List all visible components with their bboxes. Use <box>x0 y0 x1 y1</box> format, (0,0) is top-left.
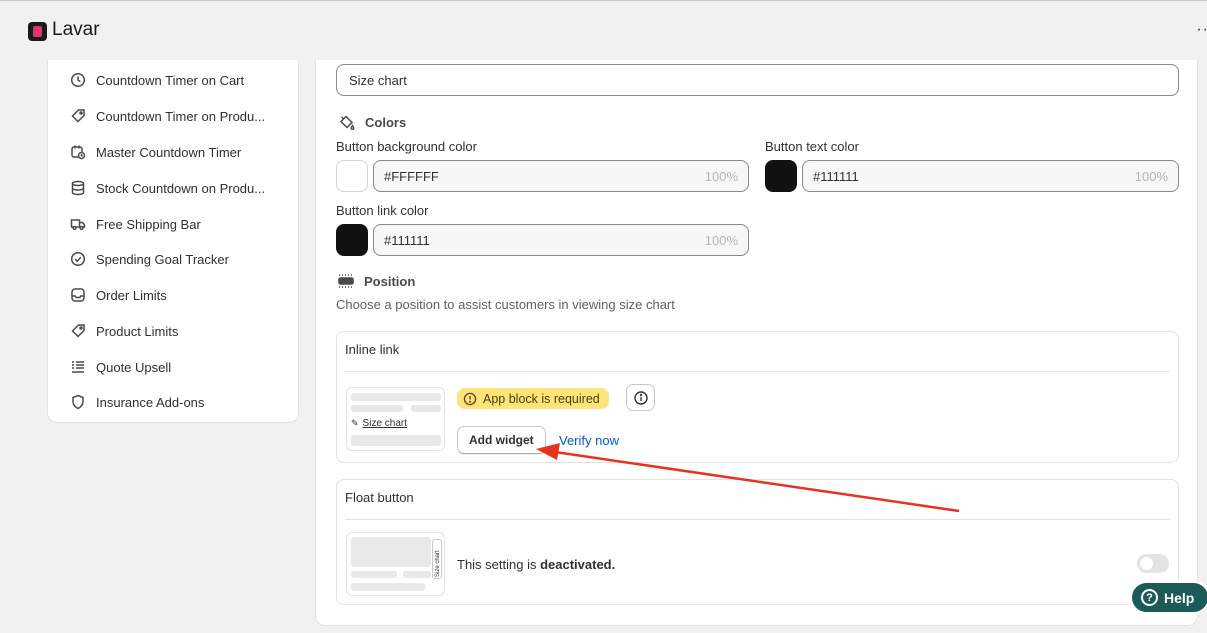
sidebar-item-label: Quote Upsell <box>96 359 172 375</box>
paint-bucket-icon <box>339 115 355 130</box>
truck-icon <box>70 219 86 231</box>
tag-refresh-icon <box>71 109 85 123</box>
preview-float-tab: Size chart <box>432 539 442 579</box>
preview-bar <box>351 405 403 412</box>
clock-icon <box>70 72 86 88</box>
text-color-value: #111111 <box>813 168 859 184</box>
float-button-title: Float button <box>345 490 414 505</box>
position-heading-label: Position <box>364 273 416 289</box>
sidebar-item-label: Order Limits <box>96 287 167 303</box>
sidebar-item-label: Countdown Timer on Cart <box>96 72 245 88</box>
sidebar-item-label: Insurance Add-ons <box>96 394 205 410</box>
link-color-swatch[interactable] <box>336 224 368 256</box>
link-color-value: #111111 <box>384 232 430 248</box>
preview-size-chart-link: ✎ Size chart <box>351 418 407 429</box>
position-heading: Position <box>337 272 415 290</box>
calendar-clock-icon <box>71 145 86 160</box>
sidebar-item-label: Product Limits <box>96 323 179 339</box>
sidebar: Countdown Timer on Cart Countdown Timer … <box>47 60 299 423</box>
sidebar-item-spending-goal[interactable]: Spending Goal Tracker <box>70 249 229 269</box>
sidebar-item-quote-upsell[interactable]: Quote Upsell <box>70 357 171 377</box>
text-color-opacity: 100% <box>1134 168 1168 184</box>
check-circle-icon <box>70 251 86 267</box>
top-bar: Lavar ·· <box>0 0 1207 60</box>
sidebar-item-stock-countdown[interactable]: Stock Countdown on Produ... <box>70 178 265 198</box>
float-button-card[interactable]: Float button Size chart This setting is … <box>336 479 1179 605</box>
button-text-input[interactable]: Size chart <box>336 64 1179 96</box>
alert-circle-icon <box>463 392 477 405</box>
bg-color-swatch[interactable] <box>336 160 368 192</box>
link-color-field[interactable]: #111111 100% <box>373 224 749 256</box>
info-button[interactable] <box>626 384 655 411</box>
pencil-icon: ✎ <box>351 418 359 428</box>
app-logo-icon <box>28 22 47 41</box>
more-actions-icon[interactable]: ·· <box>1196 21 1207 39</box>
preview-float-tab-label: Size chart <box>435 550 441 577</box>
sidebar-item-label: Countdown Timer on Produ... <box>96 108 266 124</box>
divider <box>345 519 1170 520</box>
colors-heading-label: Colors <box>365 114 407 130</box>
sidebar-item-countdown-product[interactable]: Countdown Timer on Produ... <box>70 106 265 126</box>
sidebar-item-free-shipping[interactable]: Free Shipping Bar <box>70 214 201 234</box>
inline-link-card[interactable]: Inline link ✎ Size chart App block is re… <box>336 331 1179 463</box>
bg-color-label: Button background color <box>336 139 477 154</box>
database-icon <box>71 180 85 196</box>
sidebar-item-master-countdown[interactable]: Master Countdown Timer <box>70 142 241 162</box>
tag-icon <box>71 324 85 338</box>
position-hint: Choose a position to assist customers in… <box>336 297 675 312</box>
sidebar-item-insurance[interactable]: Insurance Add-ons <box>70 392 204 412</box>
preview-bar <box>351 571 397 578</box>
preview-bar <box>351 435 441 446</box>
sidebar-item-label: Stock Countdown on Produ... <box>96 180 266 196</box>
link-color-label: Button link color <box>336 203 429 218</box>
layout-icon <box>338 274 354 288</box>
preview-link-text: Size chart <box>362 418 408 429</box>
sidebar-item-order-limits[interactable]: Order Limits <box>70 285 167 305</box>
preview-bar <box>351 537 431 567</box>
bg-color-opacity: 100% <box>704 168 738 184</box>
link-color-opacity: 100% <box>704 232 738 248</box>
text-color-swatch[interactable] <box>765 160 797 192</box>
add-widget-button[interactable]: Add widget <box>457 426 546 454</box>
verify-now-link[interactable]: Verify now <box>559 433 619 448</box>
divider <box>345 371 1170 372</box>
info-icon <box>633 390 648 405</box>
settings-panel: Size chart Colors Button background colo… <box>315 60 1198 626</box>
inline-link-preview: ✎ Size chart <box>346 387 445 451</box>
help-icon: ? <box>1141 589 1158 606</box>
list-icon <box>72 361 84 373</box>
text-color-label: Button text color <box>765 139 859 154</box>
colors-heading: Colors <box>338 113 406 131</box>
float-status-prefix: This setting is <box>457 557 541 572</box>
bg-color-value: #FFFFFF <box>384 168 439 184</box>
help-label: Help <box>1164 589 1195 606</box>
app-block-badge: App block is required <box>457 388 609 409</box>
sidebar-item-countdown-cart[interactable]: Countdown Timer on Cart <box>70 70 244 90</box>
app-title: Lavar <box>52 19 100 40</box>
shield-icon <box>72 394 84 410</box>
float-button-preview: Size chart <box>346 532 445 596</box>
sidebar-item-label: Master Countdown Timer <box>96 144 242 160</box>
sidebar-item-product-limits[interactable]: Product Limits <box>70 321 178 341</box>
sidebar-item-label: Spending Goal Tracker <box>96 251 229 267</box>
float-status-value: deactivated. <box>540 557 616 572</box>
help-button[interactable]: ? Help <box>1130 581 1207 614</box>
badge-label: App block is required <box>483 391 600 406</box>
preview-bar <box>403 571 431 578</box>
bg-color-field[interactable]: #FFFFFF 100% <box>373 160 749 192</box>
preview-bar <box>351 393 441 401</box>
preview-bar <box>411 405 441 412</box>
float-button-toggle[interactable] <box>1137 554 1169 573</box>
text-color-field[interactable]: #111111 100% <box>802 160 1179 192</box>
inline-link-title: Inline link <box>345 342 400 357</box>
inbox-icon <box>71 288 85 302</box>
sidebar-item-label: Free Shipping Bar <box>96 216 201 232</box>
float-status-text: This setting is deactivated. <box>457 557 615 572</box>
preview-bar <box>351 583 425 591</box>
